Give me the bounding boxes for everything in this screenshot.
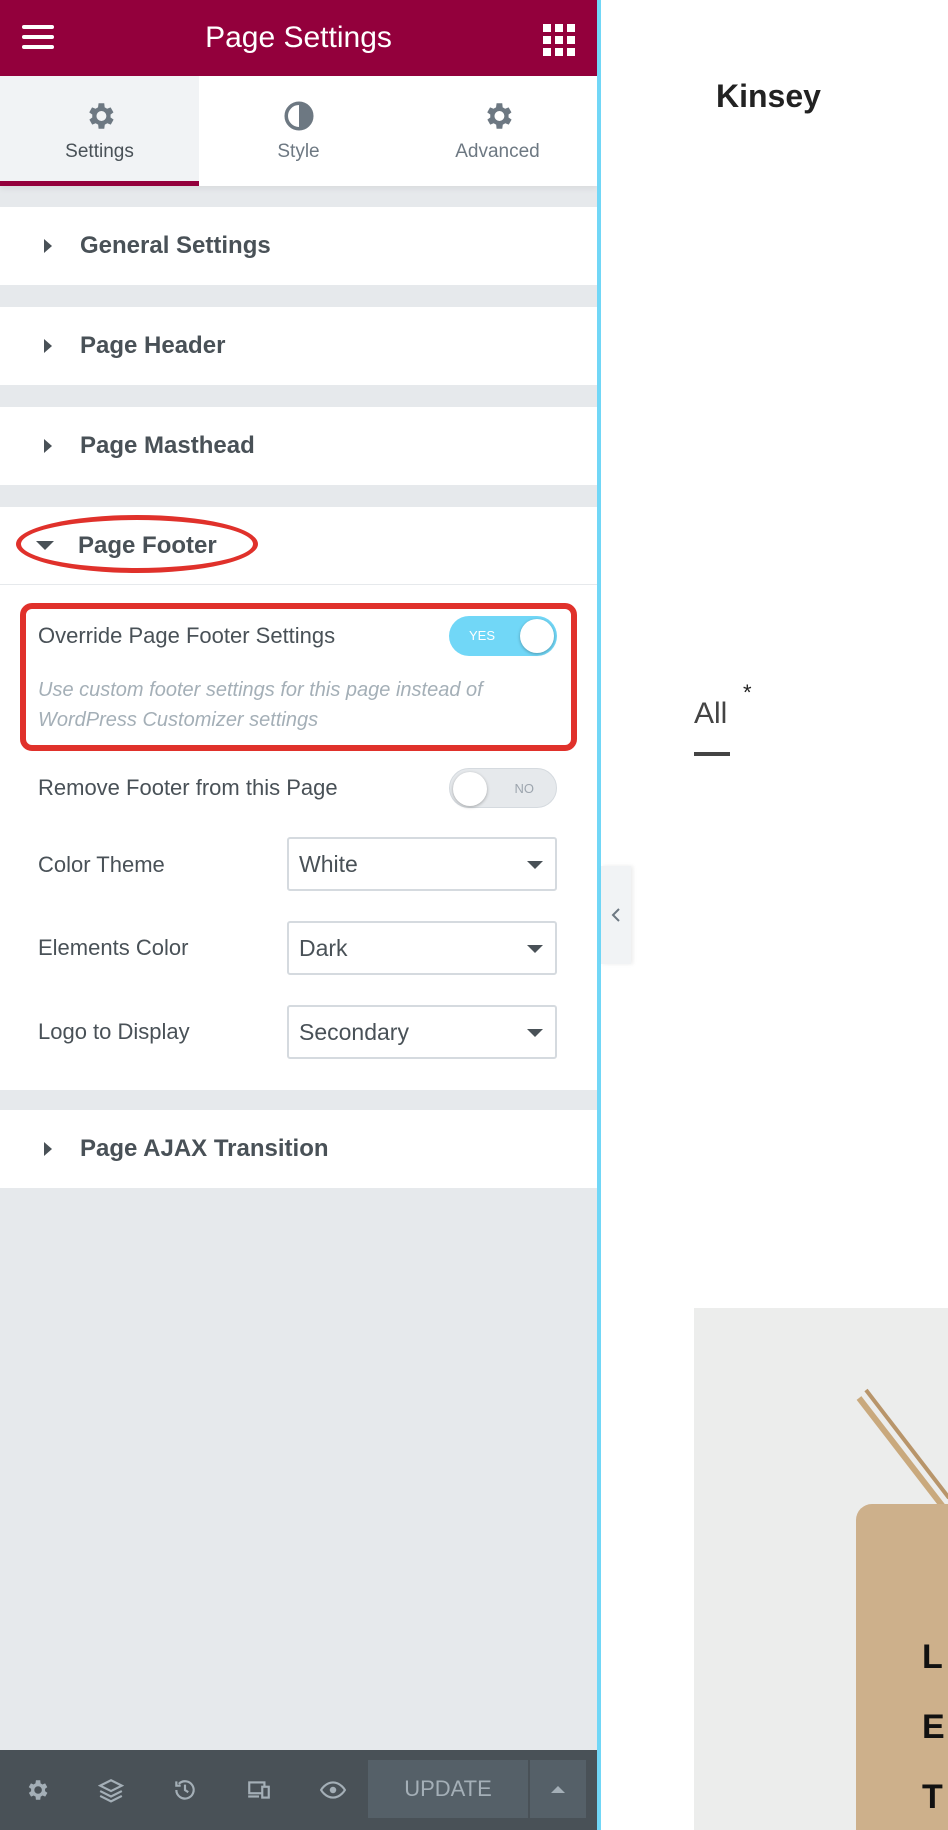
update-options-button[interactable] <box>530 1760 586 1818</box>
filter-underline <box>694 752 730 756</box>
tab-advanced-label: Advanced <box>455 141 540 162</box>
tag-letter: L <box>922 1638 943 1676</box>
section-general-settings-header[interactable]: General Settings <box>0 207 597 285</box>
chevron-down-icon <box>527 861 543 869</box>
half-circle-icon <box>283 101 314 131</box>
editor-panel: Page Settings Settings Style Advanced Ge… <box>0 0 597 1830</box>
panel-footer-bar: UPDATE <box>0 1750 597 1830</box>
panel-title: Page Settings <box>205 21 392 54</box>
navigator-button[interactable] <box>74 1750 148 1830</box>
chevron-down-icon <box>527 1029 543 1037</box>
select-value: Dark <box>299 934 348 961</box>
hamburger-icon[interactable] <box>18 20 58 56</box>
chevron-left-icon <box>611 908 620 922</box>
caret-right-icon <box>44 239 52 253</box>
section-page-header: Page Header <box>0 307 597 385</box>
tab-settings[interactable]: Settings <box>0 76 199 186</box>
tag-letter: T <box>922 1778 943 1816</box>
grid-icon[interactable] <box>539 20 575 56</box>
section-page-ajax-header[interactable]: Page AJAX Transition <box>0 1110 597 1188</box>
section-general-settings: General Settings <box>0 207 597 285</box>
toggle-label: NO <box>514 781 535 796</box>
tab-style[interactable]: Style <box>199 76 398 186</box>
section-title: Page AJAX Transition <box>80 1135 329 1162</box>
annotation-rectangle <box>20 603 577 751</box>
history-icon <box>175 1780 195 1800</box>
select-value: White <box>299 850 358 877</box>
eye-icon <box>320 1781 346 1799</box>
panel-header: Page Settings <box>0 0 597 76</box>
tab-style-label: Style <box>277 141 320 162</box>
caret-up-icon <box>551 1785 565 1793</box>
annotation-ellipse <box>16 515 258 573</box>
filter-all[interactable]: All <box>694 697 727 731</box>
chevron-down-icon <box>527 945 543 953</box>
elements-color-select[interactable]: Dark <box>287 921 557 975</box>
remove-footer-control: Remove Footer from this Page NO <box>38 767 557 809</box>
gear-icon <box>88 103 114 129</box>
color-theme-label: Color Theme <box>38 852 165 877</box>
tab-advanced[interactable]: Advanced <box>398 76 597 186</box>
logo-display-select[interactable]: Secondary <box>287 1005 557 1059</box>
responsive-icon <box>248 1781 270 1799</box>
caret-right-icon <box>44 439 52 453</box>
section-page-ajax-transition: Page AJAX Transition <box>0 1110 597 1188</box>
color-theme-select[interactable]: White <box>287 837 557 891</box>
elements-color-label: Elements Color <box>38 935 189 960</box>
section-page-header-header[interactable]: Page Header <box>0 307 597 385</box>
remove-footer-label: Remove Footer from this Page <box>38 775 338 800</box>
gear-icon <box>486 103 512 129</box>
history-button[interactable] <box>148 1750 222 1830</box>
section-title: Page Header <box>80 332 226 359</box>
section-page-masthead-header[interactable]: Page Masthead <box>0 407 597 485</box>
site-title[interactable]: Kinsey <box>716 78 821 115</box>
panel-tabs: Settings Style Advanced <box>0 76 597 186</box>
gear-icon <box>28 1780 48 1800</box>
caret-right-icon <box>44 339 52 353</box>
tab-settings-label: Settings <box>65 141 134 162</box>
page-preview: Kinsey All * L E T <box>601 0 948 1830</box>
string-graphic <box>856 1388 948 1510</box>
update-button[interactable]: UPDATE <box>368 1760 528 1818</box>
toggle-knob <box>453 772 487 806</box>
section-page-masthead: Page Masthead <box>0 407 597 485</box>
responsive-mode-button[interactable] <box>222 1750 296 1830</box>
section-title: General Settings <box>80 232 271 259</box>
settings-icon[interactable] <box>0 1750 74 1830</box>
preview-button[interactable] <box>296 1750 370 1830</box>
layers-icon <box>98 1779 124 1803</box>
tag-letter: E <box>922 1708 945 1746</box>
collapse-panel-button[interactable] <box>601 866 631 964</box>
caret-right-icon <box>44 1142 52 1156</box>
select-value: Secondary <box>299 1018 409 1045</box>
asterisk-mark: * <box>743 680 752 705</box>
section-title: Page Masthead <box>80 432 255 459</box>
logo-display-label: Logo to Display <box>38 1019 190 1044</box>
portfolio-image[interactable]: L E T <box>694 1308 948 1830</box>
remove-footer-toggle[interactable]: NO <box>449 768 557 808</box>
